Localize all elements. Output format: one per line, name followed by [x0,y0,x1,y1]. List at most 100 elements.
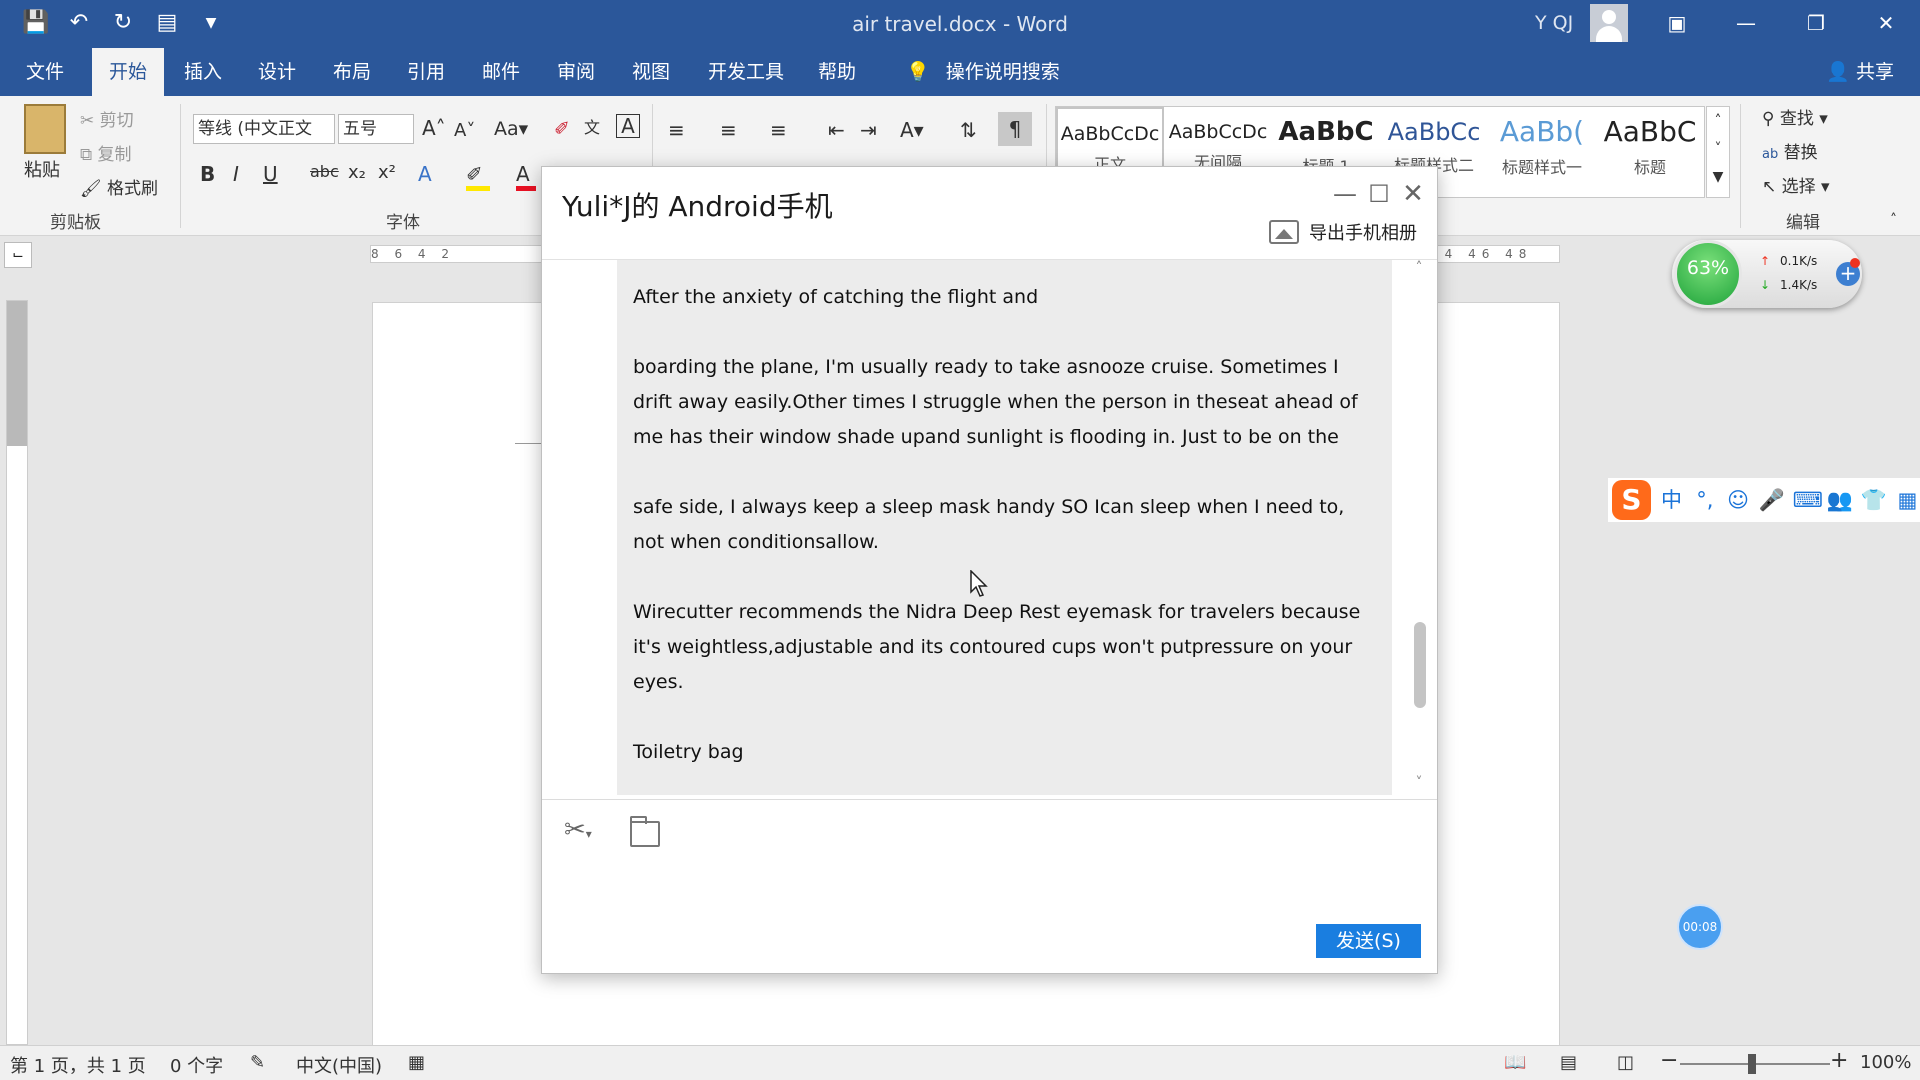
paste-icon[interactable] [24,104,66,154]
select-button[interactable]: ↖ 选择 ▾ [1762,172,1830,197]
text-effects-icon[interactable]: A [418,162,432,186]
message-bubble[interactable]: After the anxiety of catching the flight… [617,260,1392,795]
shrink-font-icon[interactable]: A˅ [454,120,475,141]
network-monitor-widget[interactable]: 63% ↑ 0.1K/s ↓ 1.4K/s + [1672,240,1862,308]
bold-icon[interactable]: B [200,162,215,186]
zoom-slider-thumb[interactable] [1748,1054,1756,1074]
change-case-icon[interactable]: Aa▾ [494,118,528,140]
highlight-icon[interactable]: ✐ [466,162,490,191]
vertical-ruler[interactable] [6,300,28,1045]
folder-icon[interactable] [630,816,660,847]
proofing-icon[interactable]: ✎ [250,1052,265,1073]
zoom-in-icon[interactable]: + [1830,1048,1848,1073]
message-input[interactable] [556,867,1422,927]
font-size-dropdown[interactable]: 五号 [338,114,414,144]
tab-references[interactable]: 引用 [393,48,459,96]
punctuation-toggle[interactable]: °, [1692,486,1717,514]
numbering-icon[interactable]: ≡ [720,118,737,142]
export-album-button[interactable]: 导出手机相册 [1269,217,1417,247]
tab-home[interactable]: 开始 [92,48,164,96]
zoom-level[interactable]: 100% [1860,1052,1911,1073]
macro-icon[interactable]: ▦ [408,1052,425,1073]
restore-button[interactable]: ❐ [1796,8,1836,38]
screenshot-scissors-icon[interactable]: ✂▾ [564,815,592,845]
tab-help[interactable]: 帮助 [804,48,870,96]
superscript-icon[interactable]: x² [378,162,396,183]
character-border-icon[interactable]: A [616,114,640,138]
chinese-layout-icon[interactable]: A▾ [900,118,924,142]
tab-view[interactable]: 视图 [618,48,684,96]
ime-mode-toggle[interactable]: 中 [1659,486,1684,514]
word-count[interactable]: 0 个字 [170,1052,223,1078]
ribbon-tabs: 文件 开始 插入 设计 布局 引用 邮件 审阅 视图 开发工具 帮助 💡 操作说… [0,48,1920,96]
tell-me-search[interactable]: 💡 操作说明搜索 [892,48,1074,96]
recording-timer[interactable]: 00:08 [1677,904,1723,950]
separator [1740,104,1741,228]
message-area[interactable]: After the anxiety of catching the flight… [542,260,1437,795]
grow-font-icon[interactable]: A˄ [422,116,446,140]
share-button[interactable]: 👤 共享 [1826,48,1894,96]
collapse-ribbon-icon[interactable]: ˄ [1890,212,1897,228]
dialog-minimize-button[interactable]: — [1328,177,1362,211]
avatar[interactable] [1590,4,1628,42]
decrease-indent-icon[interactable]: ⇤ [828,118,845,142]
memory-gauge[interactable]: 63% [1674,240,1742,308]
language-indicator[interactable]: 中文(中国) [296,1052,382,1078]
multilevel-list-icon[interactable]: ≡ [770,118,787,142]
dialog-close-button[interactable]: ✕ [1396,177,1430,211]
toolbox-icon[interactable]: ▦ [1895,486,1920,514]
scroll-up-icon[interactable]: ˄ [1410,260,1428,280]
close-button[interactable]: ✕ [1866,8,1906,38]
clear-formatting-icon[interactable]: ✐ [554,118,570,140]
replace-button[interactable]: ab 替换 [1762,138,1818,163]
tab-design[interactable]: 设计 [244,48,310,96]
font-name-dropdown[interactable]: 等线 (中文正文 [193,114,335,144]
scroll-thumb[interactable] [1414,622,1426,708]
tab-layout[interactable]: 布局 [319,48,385,96]
increase-indent-icon[interactable]: ⇥ [860,118,877,142]
show-marks-icon[interactable]: ¶ [998,112,1032,146]
emoji-icon[interactable]: ☺ [1725,486,1750,514]
microphone-icon[interactable]: 🎤 [1759,486,1785,514]
subscript-icon[interactable]: x₂ [348,162,366,183]
tab-mailings[interactable]: 邮件 [468,48,534,96]
skin-icon[interactable]: 👕 [1861,486,1887,514]
styles-scroll[interactable]: ˄ ˅ ▼ [1706,106,1730,198]
style-heading-style-1[interactable]: AaBb(标题样式一 [1488,107,1596,197]
strikethrough-icon[interactable]: abc [310,162,339,181]
tab-insert[interactable]: 插入 [170,48,236,96]
user-name[interactable]: Y QJ [1535,12,1573,34]
style-title[interactable]: AaBbC 标题 [1596,107,1704,197]
send-button[interactable]: 发送(S) [1316,924,1421,958]
underline-icon[interactable]: U [263,162,278,186]
keyboard-icon[interactable]: ⌨ [1793,486,1823,514]
zoom-out-icon[interactable]: − [1660,1048,1678,1073]
page-count[interactable]: 第 1 页，共 1 页 [10,1052,146,1078]
ribbon-display-icon[interactable]: ▣ [1657,8,1697,38]
web-layout-icon[interactable]: ◫ [1617,1052,1634,1073]
copy-button[interactable]: ⧉ 复制 [80,140,132,165]
scroll-down-icon[interactable]: ˅ [1410,775,1428,795]
replace-icon: ab [1762,147,1779,162]
minimize-button[interactable]: — [1726,8,1766,38]
tab-developer[interactable]: 开发工具 [694,48,798,96]
pointer-icon: ↖ [1762,177,1777,197]
print-layout-icon[interactable]: ▤ [1560,1052,1577,1073]
phonetic-guide-icon[interactable]: 文 [584,114,600,138]
find-button[interactable]: ⚲ 查找 ▾ [1762,104,1828,129]
dialog-maximize-button[interactable]: ☐ [1362,177,1396,211]
bullets-icon[interactable]: ≡ [668,118,685,142]
sort-icon[interactable]: ⇅ [960,118,977,142]
sogou-logo-icon[interactable]: S [1612,480,1651,520]
italic-icon[interactable]: I [233,162,239,186]
paste-button[interactable]: 粘贴 [24,156,60,182]
user-icon[interactable]: 👥 [1827,486,1853,514]
tab-review[interactable]: 审阅 [543,48,609,96]
tab-file[interactable]: 文件 [12,48,78,96]
message-scrollbar[interactable]: ˄ ˅ [1410,260,1428,795]
cut-button[interactable]: ✂ 剪切 [80,106,134,131]
tab-selector[interactable]: ⌙ [4,242,32,268]
read-mode-icon[interactable]: 📖 [1504,1052,1526,1073]
font-color-icon[interactable]: A [516,162,536,191]
format-painter-button[interactable]: 🖌 格式刷 [80,174,158,199]
